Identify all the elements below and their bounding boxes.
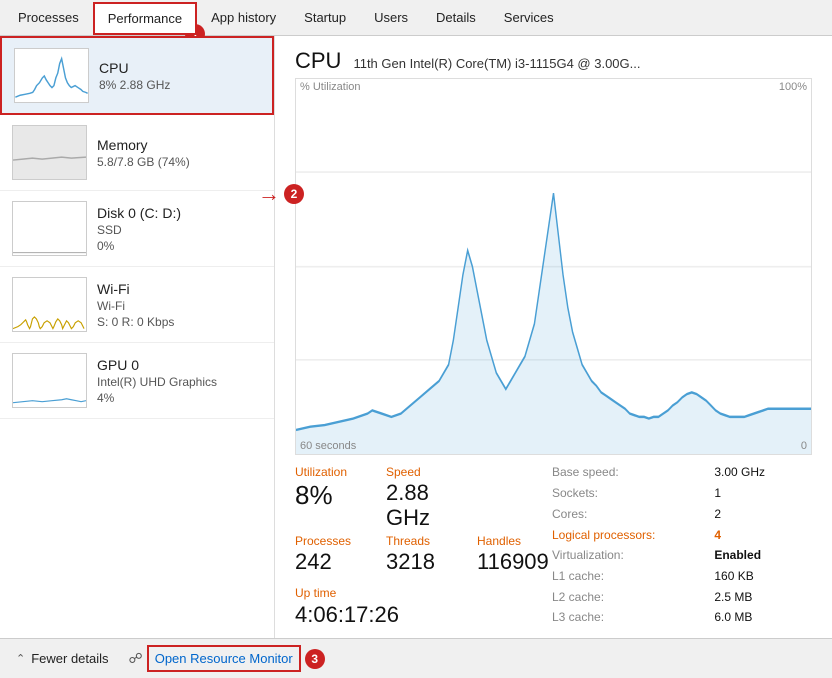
cpu-sub: 8% 2.88 GHz <box>99 78 260 92</box>
tab-processes[interactable]: Processes <box>4 2 93 33</box>
wifi-info: Wi-Fi Wi-Fi S: 0 R: 0 Kbps <box>97 281 262 329</box>
cpu-name: CPU <box>99 60 260 76</box>
cores-value: 2 <box>714 507 812 525</box>
processes-label: Processes <box>295 534 370 548</box>
handles-block: Handles 116909 <box>477 534 552 574</box>
l2-value: 2.5 MB <box>714 590 812 608</box>
tab-startup[interactable]: Startup <box>290 2 360 33</box>
open-resource-monitor-link[interactable]: Open Resource Monitor <box>151 649 297 668</box>
disk-sub2: 0% <box>97 239 262 253</box>
tab-app-history[interactable]: App history <box>197 2 290 33</box>
main-content: CPU 8% 2.88 GHz Memory 5.8/7.8 GB (74%) <box>0 36 832 638</box>
memory-thumbnail <box>12 125 87 180</box>
l3-value: 6.0 MB <box>714 610 812 628</box>
disk-sub1: SSD <box>97 223 262 237</box>
speed-value: 2.88 GHz <box>386 481 461 529</box>
cpu-chart: % Utilization 100% 60 seconds 0 <box>295 78 812 455</box>
cpu-thumbnail <box>14 48 89 103</box>
chart-x-right: 0 <box>801 440 807 452</box>
right-panel: CPU 11th Gen Intel(R) Core(TM) i3-1115G4… <box>275 36 832 638</box>
wifi-sub1: Wi-Fi <box>97 299 262 313</box>
tab-bar: Processes Performance 1 App history Star… <box>0 0 832 36</box>
wifi-name: Wi-Fi <box>97 281 262 297</box>
right-subtitle: 11th Gen Intel(R) Core(TM) i3-1115G4 @ 3… <box>353 56 640 71</box>
right-title: CPU <box>295 48 341 74</box>
disk-thumbnail <box>12 201 87 256</box>
handles-label: Handles <box>477 534 552 548</box>
open-resource-monitor-label: Open Resource Monitor <box>155 651 293 666</box>
sockets-label: Sockets: <box>552 486 702 504</box>
memory-info: Memory 5.8/7.8 GB (74%) <box>97 137 262 169</box>
l1-value: 160 KB <box>714 569 812 587</box>
sidebar-item-wifi[interactable]: Wi-Fi Wi-Fi S: 0 R: 0 Kbps <box>0 267 274 343</box>
threads-block: Threads 3218 <box>386 534 461 574</box>
stats-area: Utilization 8% Speed 2.88 GHz Processes … <box>275 455 832 638</box>
resource-monitor-icon: ☍ <box>129 650 143 667</box>
l1-label: L1 cache: <box>552 569 702 587</box>
tab-details[interactable]: Details <box>422 2 490 33</box>
gpu-info: GPU 0 Intel(R) UHD Graphics 4% <box>97 357 262 405</box>
l2-label: L2 cache: <box>552 590 702 608</box>
memory-sub: 5.8/7.8 GB (74%) <box>97 155 262 169</box>
speed-label: Speed <box>386 465 461 479</box>
fewer-details-button[interactable]: ⌃ Fewer details <box>16 651 109 666</box>
processes-block: Processes 242 <box>295 534 370 574</box>
handles-value: 116909 <box>477 550 552 574</box>
speed-block: Speed 2.88 GHz <box>386 465 461 529</box>
wifi-sub2: S: 0 R: 0 Kbps <box>97 315 262 329</box>
tab-performance[interactable]: Performance <box>93 2 197 35</box>
disk-name: Disk 0 (C: D:) <box>97 205 262 221</box>
chart-y-label: % Utilization <box>300 81 361 93</box>
chart-y-max: 100% <box>779 81 807 93</box>
wifi-thumbnail <box>12 277 87 332</box>
sidebar-item-memory[interactable]: Memory 5.8/7.8 GB (74%) <box>0 115 274 191</box>
threads-label: Threads <box>386 534 461 548</box>
bottom-bar: ⌃ Fewer details ☍ Open Resource Monitor … <box>0 638 832 678</box>
gpu-sub1: Intel(R) UHD Graphics <box>97 375 262 389</box>
logical-label: Logical processors: <box>552 528 702 546</box>
virt-label: Virtualization: <box>552 548 702 566</box>
gpu-sub2: 4% <box>97 391 262 405</box>
virt-value: Enabled <box>714 548 812 566</box>
uptime-label: Up time <box>295 586 552 600</box>
sidebar: CPU 8% 2.88 GHz Memory 5.8/7.8 GB (74%) <box>0 36 275 638</box>
sidebar-item-gpu[interactable]: GPU 0 Intel(R) UHD Graphics 4% <box>0 343 274 419</box>
l3-label: L3 cache: <box>552 610 702 628</box>
processes-value: 242 <box>295 550 370 574</box>
sidebar-item-disk[interactable]: Disk 0 (C: D:) SSD 0% <box>0 191 274 267</box>
sidebar-item-cpu[interactable]: CPU 8% 2.88 GHz <box>0 36 274 115</box>
badge-3: 3 <box>305 649 325 669</box>
tab-users[interactable]: Users <box>360 2 422 33</box>
specs-grid: Base speed: 3.00 GHz Sockets: 1 Cores: 2… <box>552 465 812 628</box>
badge-2: 2 <box>284 184 304 204</box>
disk-info: Disk 0 (C: D:) SSD 0% <box>97 205 262 253</box>
cores-label: Cores: <box>552 507 702 525</box>
right-header: CPU 11th Gen Intel(R) Core(TM) i3-1115G4… <box>275 36 832 78</box>
resource-monitor-section: ☍ Open Resource Monitor 3 <box>129 649 325 669</box>
threads-value: 3218 <box>386 550 461 574</box>
base-speed-value: 3.00 GHz <box>714 465 812 483</box>
utilization-value: 8% <box>295 481 370 510</box>
cpu-info: CPU 8% 2.88 GHz <box>99 60 260 92</box>
gpu-name: GPU 0 <box>97 357 262 373</box>
memory-name: Memory <box>97 137 262 153</box>
tab-services[interactable]: Services <box>490 2 568 33</box>
chevron-up-icon: ⌃ <box>16 652 25 665</box>
uptime-block: Up time 4:06:17:26 <box>295 586 552 628</box>
chart-x-left: 60 seconds <box>300 440 356 452</box>
utilization-block: Utilization 8% <box>295 465 370 529</box>
logical-value: 4 <box>714 528 812 546</box>
fewer-details-label: Fewer details <box>31 651 108 666</box>
sockets-value: 1 <box>714 486 812 504</box>
base-speed-label: Base speed: <box>552 465 702 483</box>
badge-2-container: → 2 <box>258 181 304 207</box>
utilization-label: Utilization <box>295 465 370 479</box>
uptime-value: 4:06:17:26 <box>295 602 552 628</box>
stats-left: Utilization 8% Speed 2.88 GHz Processes … <box>295 465 552 628</box>
gpu-thumbnail <box>12 353 87 408</box>
